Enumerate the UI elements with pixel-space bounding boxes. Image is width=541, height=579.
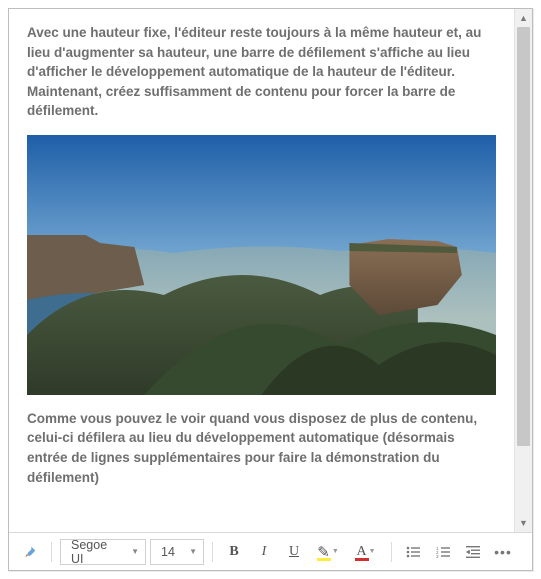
font-family-select[interactable]: Segoe UI ▼ (60, 539, 146, 565)
numbered-list-button[interactable]: 1 2 3 (430, 539, 456, 565)
chevron-down-icon: ▼ (189, 547, 197, 556)
paragraph-2[interactable]: Comme vous pouvez le voir quand vous dis… (27, 409, 496, 487)
highlight-color-button[interactable]: ✎ ▼ (311, 539, 345, 565)
scroll-up-button[interactable]: ▲ (515, 9, 532, 27)
bullet-list-button[interactable] (400, 539, 426, 565)
chevron-down-icon: ▼ (131, 547, 139, 556)
inline-image[interactable] (27, 135, 496, 395)
bold-button[interactable]: B (221, 539, 247, 565)
more-options-button[interactable]: ••• (490, 539, 516, 565)
numbered-list-icon: 1 2 3 (436, 546, 450, 558)
toolbar-separator (212, 542, 213, 562)
vertical-scrollbar[interactable]: ▲ ▼ (514, 9, 532, 532)
scroll-down-button[interactable]: ▼ (515, 514, 532, 532)
italic-button[interactable]: I (251, 539, 277, 565)
font-color-swatch (355, 558, 369, 561)
font-size-select[interactable]: 14 ▼ (150, 539, 204, 565)
toolbar-separator (391, 542, 392, 562)
underline-button[interactable]: U (281, 539, 307, 565)
content-wrap: Avec une hauteur fixe, l'éditeur reste t… (9, 9, 532, 532)
brush-icon (22, 544, 38, 560)
highlight-color-swatch (317, 558, 331, 561)
landscape-illustration (27, 135, 496, 395)
paragraph-1[interactable]: Avec une hauteur fixe, l'éditeur reste t… (27, 23, 496, 121)
svg-text:3: 3 (436, 554, 439, 558)
chevron-down-icon: ▼ (332, 548, 339, 555)
scroll-track[interactable] (515, 27, 532, 514)
decrease-indent-button[interactable] (460, 539, 486, 565)
font-size-value: 14 (161, 545, 175, 559)
ellipsis-icon: ••• (494, 544, 512, 560)
bullet-list-icon (406, 546, 420, 558)
scroll-thumb[interactable] (517, 27, 530, 446)
format-painter-button[interactable] (17, 539, 43, 565)
font-family-value: Segoe UI (71, 538, 123, 566)
editor-content-area[interactable]: Avec une hauteur fixe, l'éditeur reste t… (9, 9, 514, 532)
outdent-icon (466, 546, 480, 558)
rich-text-editor: Avec une hauteur fixe, l'éditeur reste t… (8, 8, 533, 571)
toolbar-separator (51, 542, 52, 562)
editor-toolbar: Segoe UI ▼ 14 ▼ B I U ✎ ▼ A ▼ (9, 532, 532, 570)
chevron-down-icon: ▼ (369, 548, 376, 555)
font-color-button[interactable]: A ▼ (349, 539, 383, 565)
